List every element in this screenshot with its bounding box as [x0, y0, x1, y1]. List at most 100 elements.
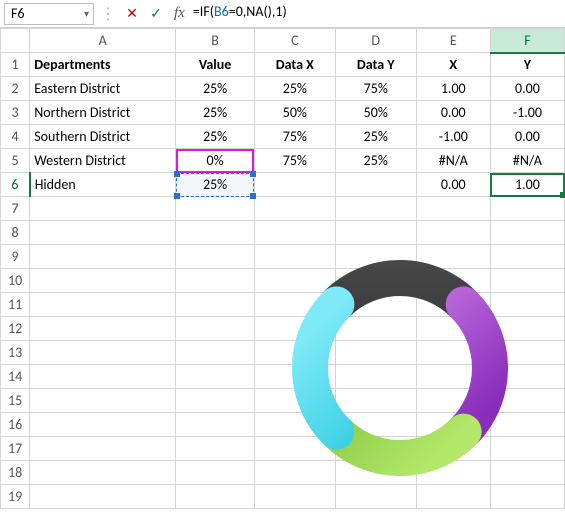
- cell-D6[interactable]: [335, 173, 416, 197]
- row-head-8[interactable]: 8: [1, 221, 30, 245]
- col-head-E[interactable]: E: [416, 29, 490, 53]
- cell-F5[interactable]: #N/A: [490, 149, 564, 173]
- row-head-19[interactable]: 19: [1, 485, 30, 509]
- cell-A19[interactable]: [30, 485, 176, 509]
- cell-E1[interactable]: X: [416, 53, 490, 77]
- cell-A7[interactable]: [30, 197, 176, 221]
- cell-B15[interactable]: [176, 389, 255, 413]
- cell-A1[interactable]: Departments: [30, 53, 176, 77]
- formula-input[interactable]: =IF(B6=0,NA(),1): [193, 3, 561, 25]
- cell-C1[interactable]: Data X: [254, 53, 335, 77]
- cell-B18[interactable]: [176, 461, 255, 485]
- col-head-D[interactable]: D: [335, 29, 416, 53]
- cell-B9[interactable]: [176, 245, 255, 269]
- cell-B3[interactable]: 25%: [176, 101, 255, 125]
- cell-A8[interactable]: [30, 221, 176, 245]
- cell-E7[interactable]: [416, 197, 490, 221]
- cell-B1[interactable]: Value: [176, 53, 255, 77]
- row-head-15[interactable]: 15: [1, 389, 30, 413]
- cell-A5[interactable]: Western District: [30, 149, 176, 173]
- cell-F6[interactable]: 1.00: [490, 173, 564, 197]
- row-head-1[interactable]: 1: [1, 53, 30, 77]
- cell-E3[interactable]: 0.00: [416, 101, 490, 125]
- cell-C6[interactable]: [254, 173, 335, 197]
- cell-E5[interactable]: #N/A: [416, 149, 490, 173]
- cell-D4[interactable]: 25%: [335, 125, 416, 149]
- row-head-7[interactable]: 7: [1, 197, 30, 221]
- col-head-B[interactable]: B: [176, 29, 255, 53]
- cell-D3[interactable]: 50%: [335, 101, 416, 125]
- cell-F4[interactable]: 0.00: [490, 125, 564, 149]
- row-head-17[interactable]: 17: [1, 437, 30, 461]
- cell-E6[interactable]: 0.00: [416, 173, 490, 197]
- cell-B5[interactable]: 0%: [176, 149, 255, 173]
- cell-B10[interactable]: [176, 269, 255, 293]
- chevron-down-icon[interactable]: ▾: [84, 7, 89, 20]
- row-head-9[interactable]: 9: [1, 245, 30, 269]
- cell-F3[interactable]: -1.00: [490, 101, 564, 125]
- cell-A17[interactable]: [30, 437, 176, 461]
- row-head-4[interactable]: 4: [1, 125, 30, 149]
- cell-B12[interactable]: [176, 317, 255, 341]
- cell-B19[interactable]: [176, 485, 255, 509]
- cell-B2[interactable]: 25%: [176, 77, 255, 101]
- cell-D5[interactable]: 25%: [335, 149, 416, 173]
- doughnut-chart[interactable]: [250, 228, 550, 508]
- cell-A13[interactable]: [30, 341, 176, 365]
- cell-C4[interactable]: 75%: [254, 125, 335, 149]
- cell-A10[interactable]: [30, 269, 176, 293]
- cell-A4[interactable]: Southern District: [30, 125, 176, 149]
- cell-E2[interactable]: 1.00: [416, 77, 490, 101]
- cell-A15[interactable]: [30, 389, 176, 413]
- cancel-button[interactable]: ✕: [122, 4, 142, 24]
- cell-F7[interactable]: [490, 197, 564, 221]
- cell-A18[interactable]: [30, 461, 176, 485]
- spreadsheet-grid[interactable]: A B C D E F 1 Departments Value Data X D…: [0, 28, 565, 509]
- row-head-13[interactable]: 13: [1, 341, 30, 365]
- cell-B14[interactable]: [176, 365, 255, 389]
- row-head-6[interactable]: 6: [1, 173, 30, 197]
- row-head-18[interactable]: 18: [1, 461, 30, 485]
- cell-B8[interactable]: [176, 221, 255, 245]
- cell-D7[interactable]: [335, 197, 416, 221]
- cell-C5[interactable]: 75%: [254, 149, 335, 173]
- cell-A2[interactable]: Eastern District: [30, 77, 176, 101]
- cell-A11[interactable]: [30, 293, 176, 317]
- col-head-F[interactable]: F: [490, 29, 564, 53]
- cell-F2[interactable]: 0.00: [490, 77, 564, 101]
- cell-B4[interactable]: 25%: [176, 125, 255, 149]
- cell-D2[interactable]: 75%: [335, 77, 416, 101]
- confirm-button[interactable]: ✓: [146, 4, 166, 24]
- name-box[interactable]: F6 ▾: [4, 3, 94, 25]
- col-head-C[interactable]: C: [254, 29, 335, 53]
- cell-D1[interactable]: Data Y: [335, 53, 416, 77]
- cell-C3[interactable]: 50%: [254, 101, 335, 125]
- cell-A3[interactable]: Northern District: [30, 101, 176, 125]
- cell-A9[interactable]: [30, 245, 176, 269]
- cell-B7[interactable]: [176, 197, 255, 221]
- cell-B11[interactable]: [176, 293, 255, 317]
- cell-B17[interactable]: [176, 437, 255, 461]
- row-head-5[interactable]: 5: [1, 149, 30, 173]
- row-head-11[interactable]: 11: [1, 293, 30, 317]
- row-head-12[interactable]: 12: [1, 317, 30, 341]
- row-head-2[interactable]: 2: [1, 77, 30, 101]
- row-head-16[interactable]: 16: [1, 413, 30, 437]
- row-head-14[interactable]: 14: [1, 365, 30, 389]
- cell-A12[interactable]: [30, 317, 176, 341]
- cell-B16[interactable]: [176, 413, 255, 437]
- cell-C2[interactable]: 25%: [254, 77, 335, 101]
- row-head-3[interactable]: 3: [1, 101, 30, 125]
- cell-B6[interactable]: 25%: [176, 173, 255, 197]
- cell-C7[interactable]: [254, 197, 335, 221]
- cell-A16[interactable]: [30, 413, 176, 437]
- row-head-10[interactable]: 10: [1, 269, 30, 293]
- fx-icon[interactable]: fx: [170, 5, 189, 22]
- col-head-A[interactable]: A: [30, 29, 176, 53]
- cell-B13[interactable]: [176, 341, 255, 365]
- cell-E4[interactable]: -1.00: [416, 125, 490, 149]
- select-all-corner[interactable]: [1, 29, 30, 53]
- cell-A14[interactable]: [30, 365, 176, 389]
- cell-F1[interactable]: Y: [490, 53, 564, 77]
- cell-A6[interactable]: Hidden: [30, 173, 176, 197]
